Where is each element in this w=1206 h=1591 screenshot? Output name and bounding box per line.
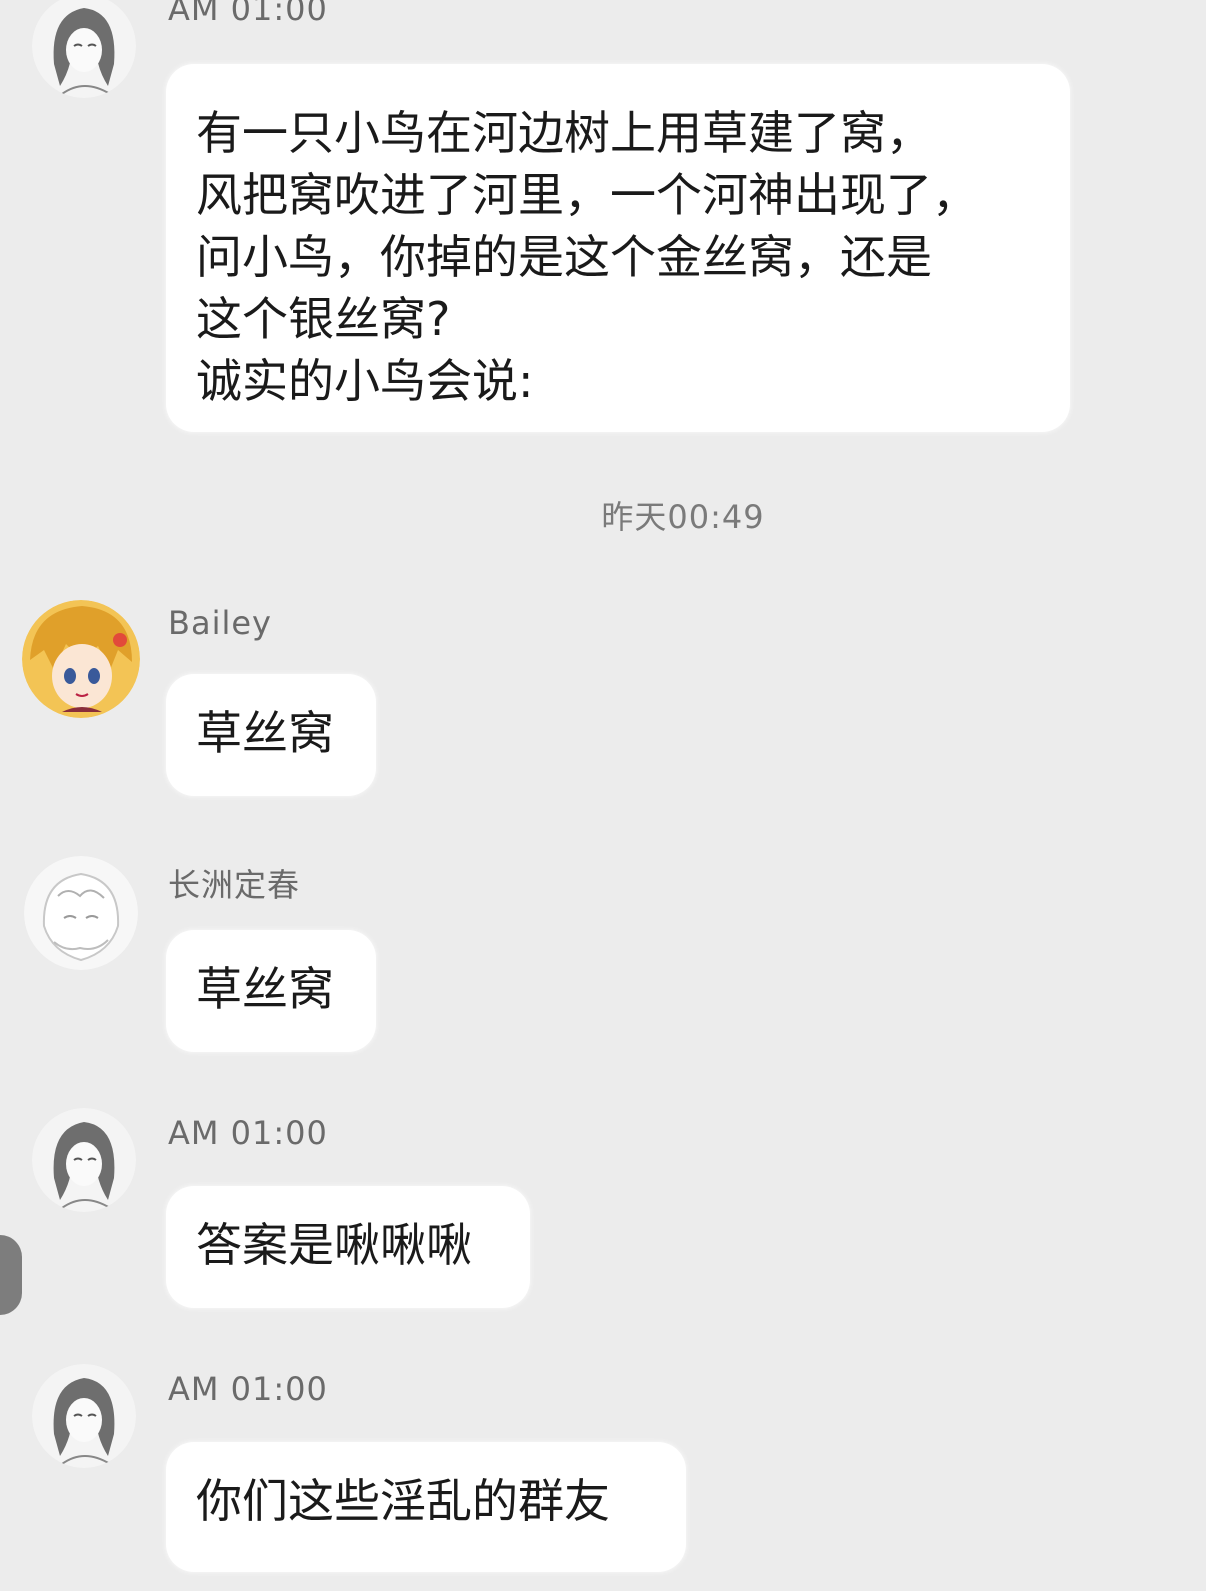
message-text: 有一只小鸟在河边树上用草建了窝， — [196, 106, 932, 160]
message-text: 你们这些淫乱的群友 — [196, 1474, 610, 1528]
message-bubble[interactable]: 草丝窝 — [166, 930, 376, 1052]
message-bubble[interactable]: 你们这些淫乱的群友 — [166, 1442, 686, 1572]
anime-blonde-girl-avatar-icon[interactable] — [22, 600, 140, 718]
time-divider: 昨天00:49 — [601, 498, 765, 536]
message-text: 草丝窝 — [196, 962, 334, 1016]
message-text: 草丝窝 — [196, 706, 334, 760]
sender-name: AM 01:00 — [168, 1370, 328, 1408]
sketch-girl-avatar-icon[interactable] — [32, 1108, 136, 1212]
message-bubble[interactable]: 草丝窝 — [166, 674, 376, 796]
message-text: 诚实的小鸟会说: — [196, 354, 534, 408]
chat-message-list[interactable]: AM 01:00 有一只小鸟在河边树上用草建了窝， 风把窝吹进了河里，一个河神出… — [0, 0, 1206, 1591]
sketch-girl-avatar-icon[interactable] — [32, 1364, 136, 1468]
sender-name: AM 01:00 — [168, 0, 328, 28]
message-text: 答案是啾啾啾 — [196, 1218, 472, 1272]
white-sketch-character-avatar-icon[interactable] — [24, 856, 138, 970]
sender-name: Bailey — [168, 604, 272, 642]
message-text: 风把窝吹进了河里，一个河神出现了， — [196, 168, 978, 222]
message-text: 这个银丝窝? — [196, 292, 451, 346]
message-bubble[interactable]: 答案是啾啾啾 — [166, 1186, 530, 1308]
message-text: 问小鸟，你掉的是这个金丝窝，还是 — [196, 230, 932, 284]
message-bubble[interactable]: 有一只小鸟在河边树上用草建了窝， 风把窝吹进了河里，一个河神出现了， 问小鸟，你… — [166, 64, 1070, 432]
scroll-handle[interactable] — [0, 1235, 22, 1315]
sender-name: AM 01:00 — [168, 1114, 328, 1152]
sketch-girl-avatar-icon[interactable] — [32, 0, 136, 98]
sender-name: 长洲定春 — [168, 866, 301, 904]
